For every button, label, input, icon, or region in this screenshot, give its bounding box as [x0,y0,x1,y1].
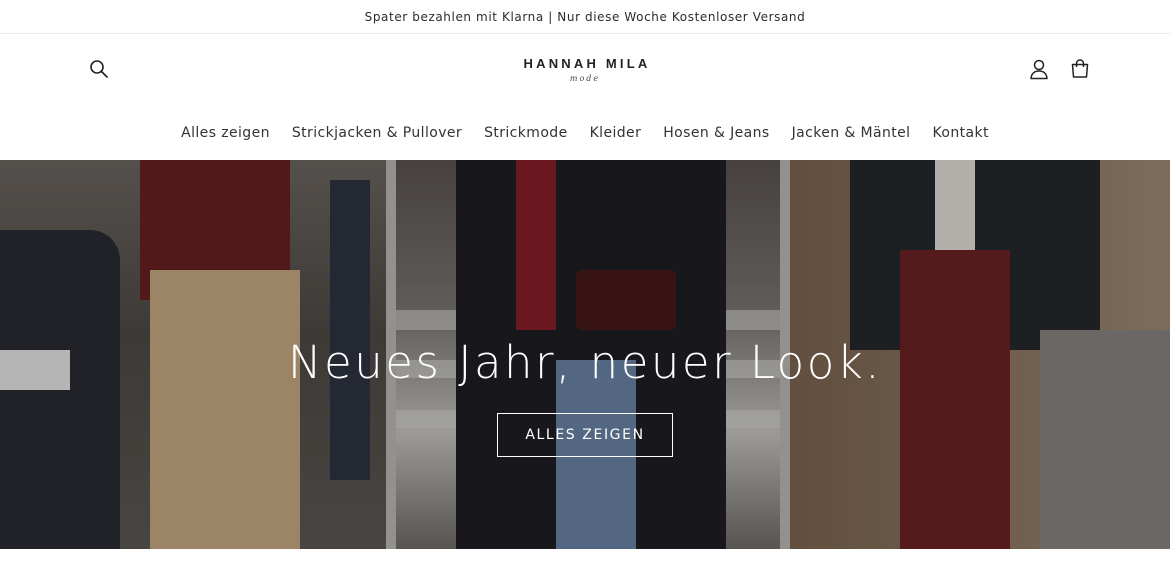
hero-cta-button[interactable]: ALLES ZEIGEN [497,413,673,457]
site-header: HANNAH MILA mode [0,34,1170,104]
nav-item-kleider[interactable]: Kleider [590,125,642,141]
account-button[interactable] [1025,55,1053,83]
announcement-bar: Spater bezahlen mit Klarna | Nur diese W… [0,0,1170,34]
hero-title: Neues Jahr, neuer Look. [287,336,883,389]
nav-item-alles-zeigen[interactable]: Alles zeigen [181,125,270,141]
announcement-text: Spater bezahlen mit Klarna | Nur diese W… [364,9,806,24]
hero-content: Neues Jahr, neuer Look. ALLES ZEIGEN [0,340,1170,457]
main-navigation: Alles zeigen Strickjacken & Pullover Str… [0,104,1170,160]
cart-button[interactable] [1066,55,1094,83]
hero-banner: Neues Jahr, neuer Look. ALLES ZEIGEN [0,160,1170,549]
cart-icon [1071,59,1089,78]
account-icon [1030,59,1048,80]
nav-item-jacken-maentel[interactable]: Jacken & Mäntel [792,125,911,141]
nav-item-kontakt[interactable]: Kontakt [932,125,988,141]
nav-item-strickjacken-pullover[interactable]: Strickjacken & Pullover [292,125,462,141]
nav-item-hosen-jeans[interactable]: Hosen & Jeans [663,125,769,141]
nav-item-strickmode[interactable]: Strickmode [484,125,568,141]
logo-main-text: HANNAH MILA [523,56,651,71]
logo-sub-text: mode [569,74,601,83]
brand-logo[interactable]: HANNAH MILA mode [0,56,1170,83]
